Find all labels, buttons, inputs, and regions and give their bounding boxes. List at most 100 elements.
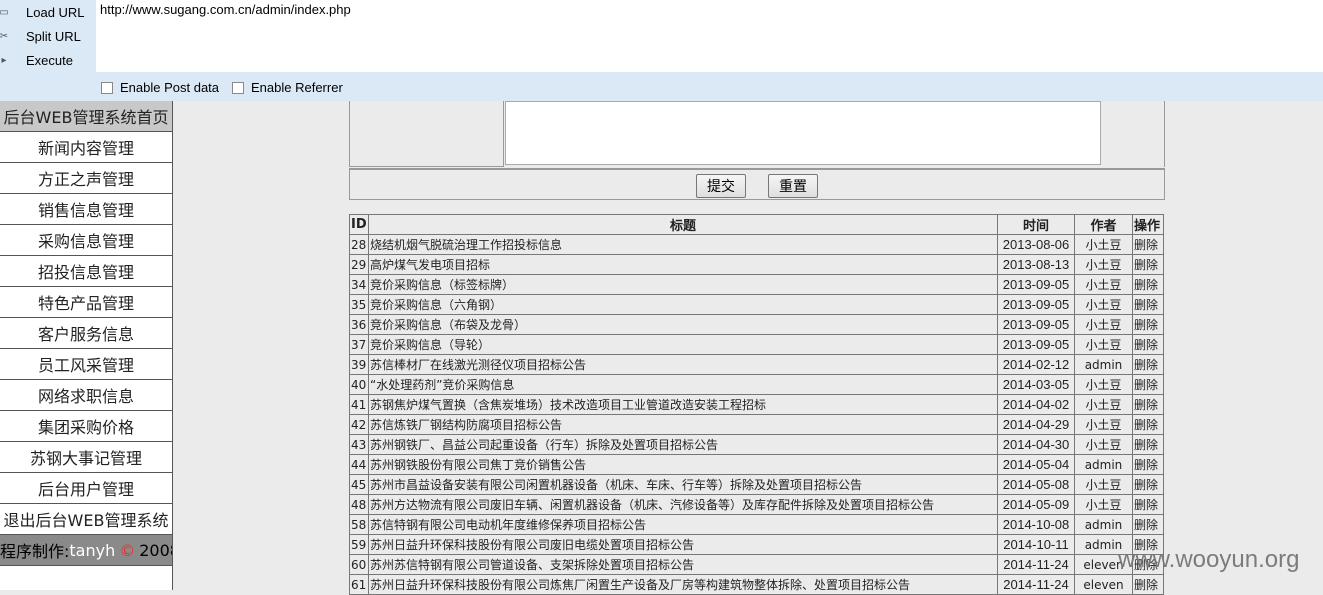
row-time: 2014-04-30 [997,434,1075,455]
sidebar-item[interactable]: 苏钢大事记管理 [0,442,172,473]
sidebar-item[interactable]: 网络求职信息 [0,380,172,411]
reset-button[interactable]: 重置 [768,174,818,198]
delete-link[interactable]: 删除 [1132,414,1164,435]
row-title[interactable]: 苏信炼铁厂钢结构防腐项目招标公告 [368,414,998,435]
enable-post-checkbox[interactable] [101,81,113,94]
row-title[interactable]: 苏州日益升环保科技股份有限公司炼焦厂闲置生产设备及厂房等构建筑物整体拆除、处置项… [368,574,998,595]
table-row: 48 苏州方达物流有限公司废旧车辆、闲置机器设备（机床、汽修设备等）及库存配件拆除… [349,494,1164,515]
delete-link[interactable]: 删除 [1132,374,1164,395]
split-url-button[interactable]: ✂ Split URL [0,24,96,48]
row-id: 43 [349,434,369,455]
table-row: 37 竞价采购信息（导轮） 2013-09-05 小土豆 删除 [349,334,1164,355]
url-input[interactable] [100,2,1300,17]
sidebar-item[interactable]: 集团采购价格 [0,411,172,442]
sidebar-item[interactable]: 员工风采管理 [0,349,172,380]
row-title[interactable]: “水处理药剂”竞价采购信息 [368,374,998,395]
row-time: 2014-05-04 [997,454,1075,475]
execute-button[interactable]: ▸ Execute [0,48,96,72]
content-textarea[interactable] [505,101,1101,165]
delete-link[interactable]: 删除 [1132,234,1164,255]
delete-link[interactable]: 删除 [1132,574,1164,595]
delete-link[interactable]: 删除 [1132,474,1164,495]
delete-link[interactable]: 删除 [1132,514,1164,535]
submit-button[interactable]: 提交 [696,174,746,198]
delete-link[interactable]: 删除 [1132,274,1164,295]
row-title[interactable]: 苏州日益升环保科技股份有限公司废旧电缆处置项目招标公告 [368,534,998,555]
row-title[interactable]: 烧结机烟气脱硫治理工作招投标信息 [368,234,998,255]
row-title[interactable]: 苏信棒材厂在线激光测径仪项目招标公告 [368,354,998,375]
row-id: 37 [349,334,369,355]
sidebar-credit: 程序制作:tanyh©2008 [0,535,172,566]
row-time: 2014-04-02 [997,394,1075,415]
sidebar-item[interactable]: 方正之声管理 [0,163,172,194]
credit-name: tanyh [69,540,116,560]
form-right-border [1163,101,1165,167]
delete-link[interactable]: 删除 [1132,454,1164,475]
row-id: 61 [349,574,369,595]
table-row: 36 竞价采购信息（布袋及龙骨） 2013-09-05 小土豆 删除 [349,314,1164,335]
row-time: 2014-05-09 [997,494,1075,515]
form-label-cell [349,101,504,167]
row-title[interactable]: 苏州钢铁厂、昌益公司起重设备（行车）拆除及处置项目招标公告 [368,434,998,455]
enable-post-option[interactable]: Enable Post data [101,80,219,95]
row-title[interactable]: 苏州苏信特钢有限公司管道设备、支架拆除处置项目招标公告 [368,554,998,575]
bid-notices-table: ID 标题 时间 作者 操作 28 烧结机烟气脱硫治理工作招投标信息 2013-08… [349,214,1164,595]
row-id: 36 [349,314,369,335]
sidebar-item[interactable]: 销售信息管理 [0,194,172,225]
row-id: 42 [349,414,369,435]
row-title[interactable]: 苏钢焦炉煤气置换（含焦炭堆场）技术改造项目工业管道改造安装工程招标 [368,394,998,415]
enable-referrer-checkbox[interactable] [232,81,244,94]
delete-link[interactable]: 删除 [1132,254,1164,275]
delete-link[interactable]: 删除 [1132,494,1164,515]
delete-link[interactable]: 删除 [1132,394,1164,415]
row-author: 小土豆 [1074,414,1133,435]
row-author: 小土豆 [1074,294,1133,315]
load-url-button[interactable]: ▭ Load URL [0,0,96,24]
row-time: 2013-08-06 [997,234,1075,255]
sidebar-item[interactable]: 退出后台WEB管理系统 [0,504,172,535]
row-author: 小土豆 [1074,374,1133,395]
row-time: 2014-04-29 [997,414,1075,435]
sidebar-item[interactable]: 客户服务信息 [0,318,172,349]
sidebar-item[interactable]: 新闻内容管理 [0,132,172,163]
delete-link[interactable]: 删除 [1132,294,1164,315]
row-author: 小土豆 [1074,274,1133,295]
hackbar-options: Enable Post data Enable Referrer [0,72,1323,101]
row-title[interactable]: 竞价采购信息（布袋及龙骨） [368,314,998,335]
enable-post-label: Enable Post data [120,80,220,95]
table-row: 40 “水处理药剂”竞价采购信息 2014-03-05 小土豆 删除 [349,374,1164,395]
row-title[interactable]: 竞价采购信息（导轮） [368,334,998,355]
table-row: 60 苏州苏信特钢有限公司管道设备、支架拆除处置项目招标公告 2014-11-24 e… [349,554,1164,575]
table-row: 34 竞价采购信息（标签标牌） 2013-09-05 小土豆 删除 [349,274,1164,295]
delete-link[interactable]: 删除 [1132,334,1164,355]
row-id: 35 [349,294,369,315]
row-time: 2013-09-05 [997,294,1075,315]
watermark: www.wooyun.org [1118,546,1300,573]
sidebar-item[interactable]: 后台WEB管理系统首页 [0,101,172,132]
row-title[interactable]: 苏信特钢有限公司电动机年度维修保养项目招标公告 [368,514,998,535]
credit-prefix: 程序制作: [0,542,70,561]
row-title[interactable]: 高炉煤气发电项目招标 [368,254,998,275]
row-author: 小土豆 [1074,394,1133,415]
credit-copyright: © [119,540,136,560]
row-author: 小土豆 [1074,254,1133,275]
sidebar-item[interactable]: 采购信息管理 [0,225,172,256]
row-title[interactable]: 苏州钢铁股份有限公司焦丁竞价销售公告 [368,454,998,475]
table-row: 45 苏州市昌益设备安装有限公司闲置机器设备（机床、车床、行车等）拆除及处置项目招… [349,474,1164,495]
table-row: 58 苏信特钢有限公司电动机年度维修保养项目招标公告 2014-10-08 admin… [349,514,1164,535]
delete-link[interactable]: 删除 [1132,354,1164,375]
row-id: 59 [349,534,369,555]
row-title[interactable]: 竞价采购信息（六角钢） [368,294,998,315]
sidebar-item[interactable]: 招投信息管理 [0,256,172,287]
sidebar-item[interactable]: 后台用户管理 [0,473,172,504]
row-author: admin [1074,454,1133,475]
sidebar-item[interactable]: 特色产品管理 [0,287,172,318]
delete-link[interactable]: 删除 [1132,434,1164,455]
row-title[interactable]: 苏州方达物流有限公司废旧车辆、闲置机器设备（机床、汽修设备等）及库存配件拆除及处… [368,494,998,515]
row-title[interactable]: 苏州市昌益设备安装有限公司闲置机器设备（机床、车床、行车等）拆除及处置项目招标公… [368,474,998,495]
credit-year: 2008 [139,540,172,560]
enable-referrer-option[interactable]: Enable Referrer [232,80,343,95]
row-author: admin [1074,514,1133,535]
row-title[interactable]: 竞价采购信息（标签标牌） [368,274,998,295]
delete-link[interactable]: 删除 [1132,314,1164,335]
